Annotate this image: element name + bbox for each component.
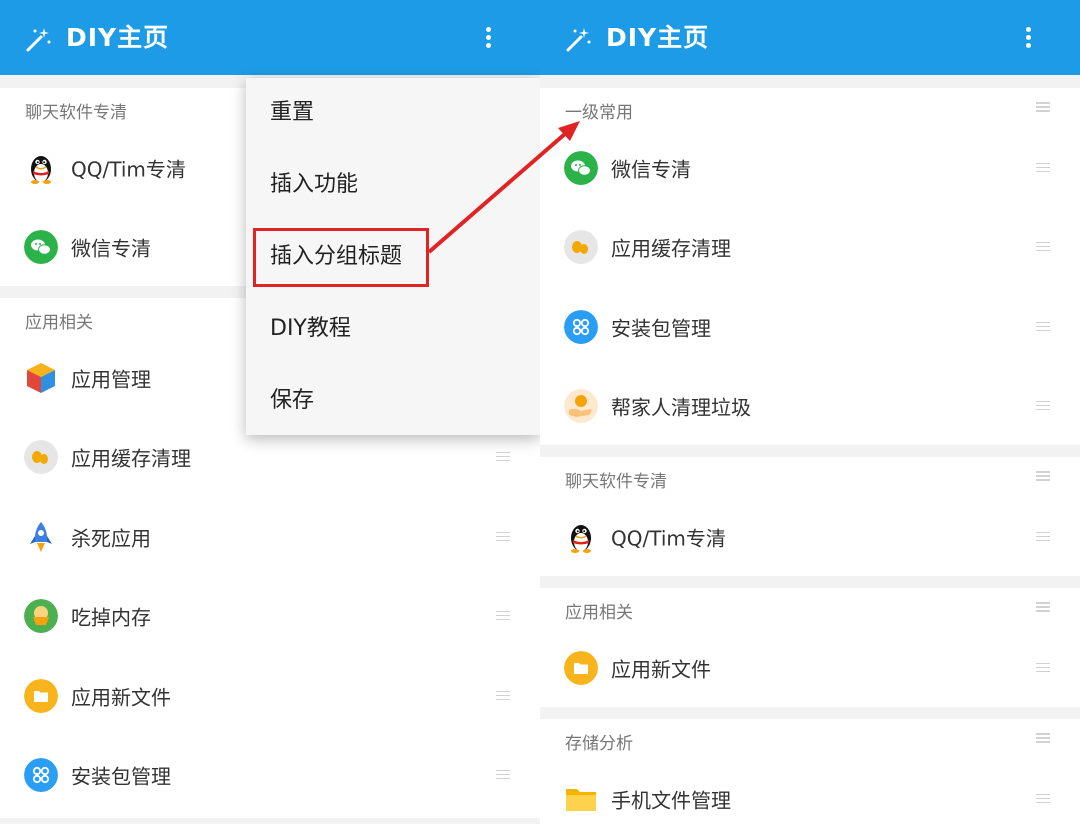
item-label: 应用管理 bbox=[71, 367, 151, 391]
group-title: 存储分析 bbox=[565, 734, 633, 754]
drag-handle-icon[interactable] bbox=[1036, 793, 1050, 804]
group-section: 聊天软件专清 QQ/Tim专清 bbox=[540, 457, 1080, 576]
list-item[interactable]: 手机文件管理 bbox=[540, 759, 1080, 824]
item-label: 帮家人清理垃圾 bbox=[611, 395, 751, 419]
drag-handle-icon[interactable] bbox=[1036, 102, 1050, 112]
group-title: 应用相关 bbox=[25, 313, 93, 333]
drag-handle-icon[interactable] bbox=[496, 531, 510, 542]
drag-handle-icon[interactable] bbox=[1036, 531, 1050, 542]
right-screen: DIY主页 一级常用 微信专清 应用缓存清理 安装包管理 帮家人清理垃圾 聊天软… bbox=[540, 0, 1080, 824]
drag-handle-icon[interactable] bbox=[1036, 733, 1050, 743]
group-section: 一级常用 微信专清 应用缓存清理 安装包管理 帮家人清理垃圾 bbox=[540, 88, 1080, 445]
drag-handle-icon[interactable] bbox=[1036, 241, 1050, 252]
magic-wand-icon bbox=[566, 28, 591, 52]
item-label: QQ/Tim专清 bbox=[71, 157, 186, 181]
list-item[interactable]: 应用新文件 bbox=[540, 628, 1080, 707]
list-item[interactable]: 安装包管理 bbox=[0, 735, 540, 814]
item-label: 手机文件管理 bbox=[611, 788, 731, 812]
drag-handle-icon[interactable] bbox=[1036, 321, 1050, 332]
hand-coin-icon bbox=[564, 388, 598, 423]
left-screen: DIY主页 聊天软件专清 QQ/Tim专清 微信专清 应用相关 应用管理 应用缓… bbox=[0, 0, 540, 824]
list-item[interactable]: 微信专清 bbox=[540, 128, 1080, 207]
list-item[interactable]: 杀死应用 bbox=[0, 497, 540, 576]
app-title: DIY主页 bbox=[606, 23, 710, 52]
drag-handle-icon[interactable] bbox=[1036, 602, 1050, 612]
group-title: 应用相关 bbox=[565, 603, 633, 623]
list-item[interactable]: 安装包管理 bbox=[540, 287, 1080, 366]
cube-icon bbox=[27, 362, 55, 393]
wechat-icon bbox=[564, 150, 598, 185]
group-title: 聊天软件专清 bbox=[25, 103, 127, 123]
app-bar: DIY主页 bbox=[540, 0, 1080, 75]
menu-item-save[interactable]: 保存 bbox=[270, 381, 314, 421]
item-label: QQ/Tim专清 bbox=[611, 526, 726, 550]
folder-icon bbox=[24, 678, 58, 713]
drag-handle-icon[interactable] bbox=[1036, 662, 1050, 673]
app-bar: DIY主页 bbox=[0, 0, 540, 75]
qq-penguin-icon bbox=[571, 524, 591, 553]
menu-item-diy-tutorial[interactable]: DIY教程 bbox=[270, 309, 351, 349]
list-item[interactable]: 应用新文件 bbox=[0, 656, 540, 735]
item-label: 应用新文件 bbox=[71, 685, 171, 709]
list-item[interactable]: QQ/Tim专清 bbox=[540, 497, 1080, 576]
rocket-icon bbox=[30, 521, 52, 552]
drag-handle-icon[interactable] bbox=[1036, 162, 1050, 173]
cache-clean-icon bbox=[24, 439, 58, 474]
drag-handle-icon[interactable] bbox=[496, 610, 510, 621]
item-label: 吃掉内存 bbox=[71, 605, 151, 629]
magic-wand-icon bbox=[26, 28, 51, 52]
list-item[interactable]: 帮家人清理垃圾 bbox=[540, 366, 1080, 445]
menu-item-reset[interactable]: 重置 bbox=[270, 93, 314, 133]
group-section: 应用相关 应用新文件 bbox=[540, 588, 1080, 707]
qq-penguin-icon bbox=[31, 155, 51, 184]
drag-handle-icon[interactable] bbox=[496, 769, 510, 780]
item-label: 安装包管理 bbox=[611, 316, 711, 340]
item-label: 应用缓存清理 bbox=[71, 446, 191, 470]
list-item[interactable]: 应用缓存清理 bbox=[540, 207, 1080, 286]
more-options-icon[interactable] bbox=[476, 24, 500, 54]
cache-clean-icon bbox=[564, 229, 598, 264]
item-label: 微信专清 bbox=[611, 157, 691, 181]
wechat-icon bbox=[24, 229, 58, 264]
group-title: 聊天软件专清 bbox=[565, 472, 667, 492]
package-grid-icon bbox=[24, 757, 58, 792]
drag-handle-icon[interactable] bbox=[496, 690, 510, 701]
drag-handle-icon[interactable] bbox=[1036, 471, 1050, 481]
item-label: 应用缓存清理 bbox=[611, 236, 731, 260]
item-label: 应用新文件 bbox=[611, 657, 711, 681]
group-section: 存储分析 手机文件管理 bbox=[540, 719, 1080, 824]
menu-item-insert-function[interactable]: 插入功能 bbox=[270, 165, 358, 205]
highlight-box bbox=[253, 228, 429, 287]
more-options-icon[interactable] bbox=[1016, 24, 1040, 54]
item-label: 安装包管理 bbox=[71, 764, 171, 788]
file-folder-icon bbox=[566, 788, 596, 811]
package-grid-icon bbox=[564, 309, 598, 344]
app-title: DIY主页 bbox=[66, 23, 170, 52]
item-label: 杀死应用 bbox=[71, 526, 151, 550]
folder-icon bbox=[564, 650, 598, 685]
drag-handle-icon[interactable] bbox=[1036, 400, 1050, 411]
drag-handle-icon[interactable] bbox=[496, 451, 510, 462]
item-label: 微信专清 bbox=[71, 236, 151, 260]
memory-eater-icon bbox=[24, 598, 58, 633]
group-title: 一级常用 bbox=[565, 103, 633, 123]
list-item[interactable]: 吃掉内存 bbox=[0, 576, 540, 655]
